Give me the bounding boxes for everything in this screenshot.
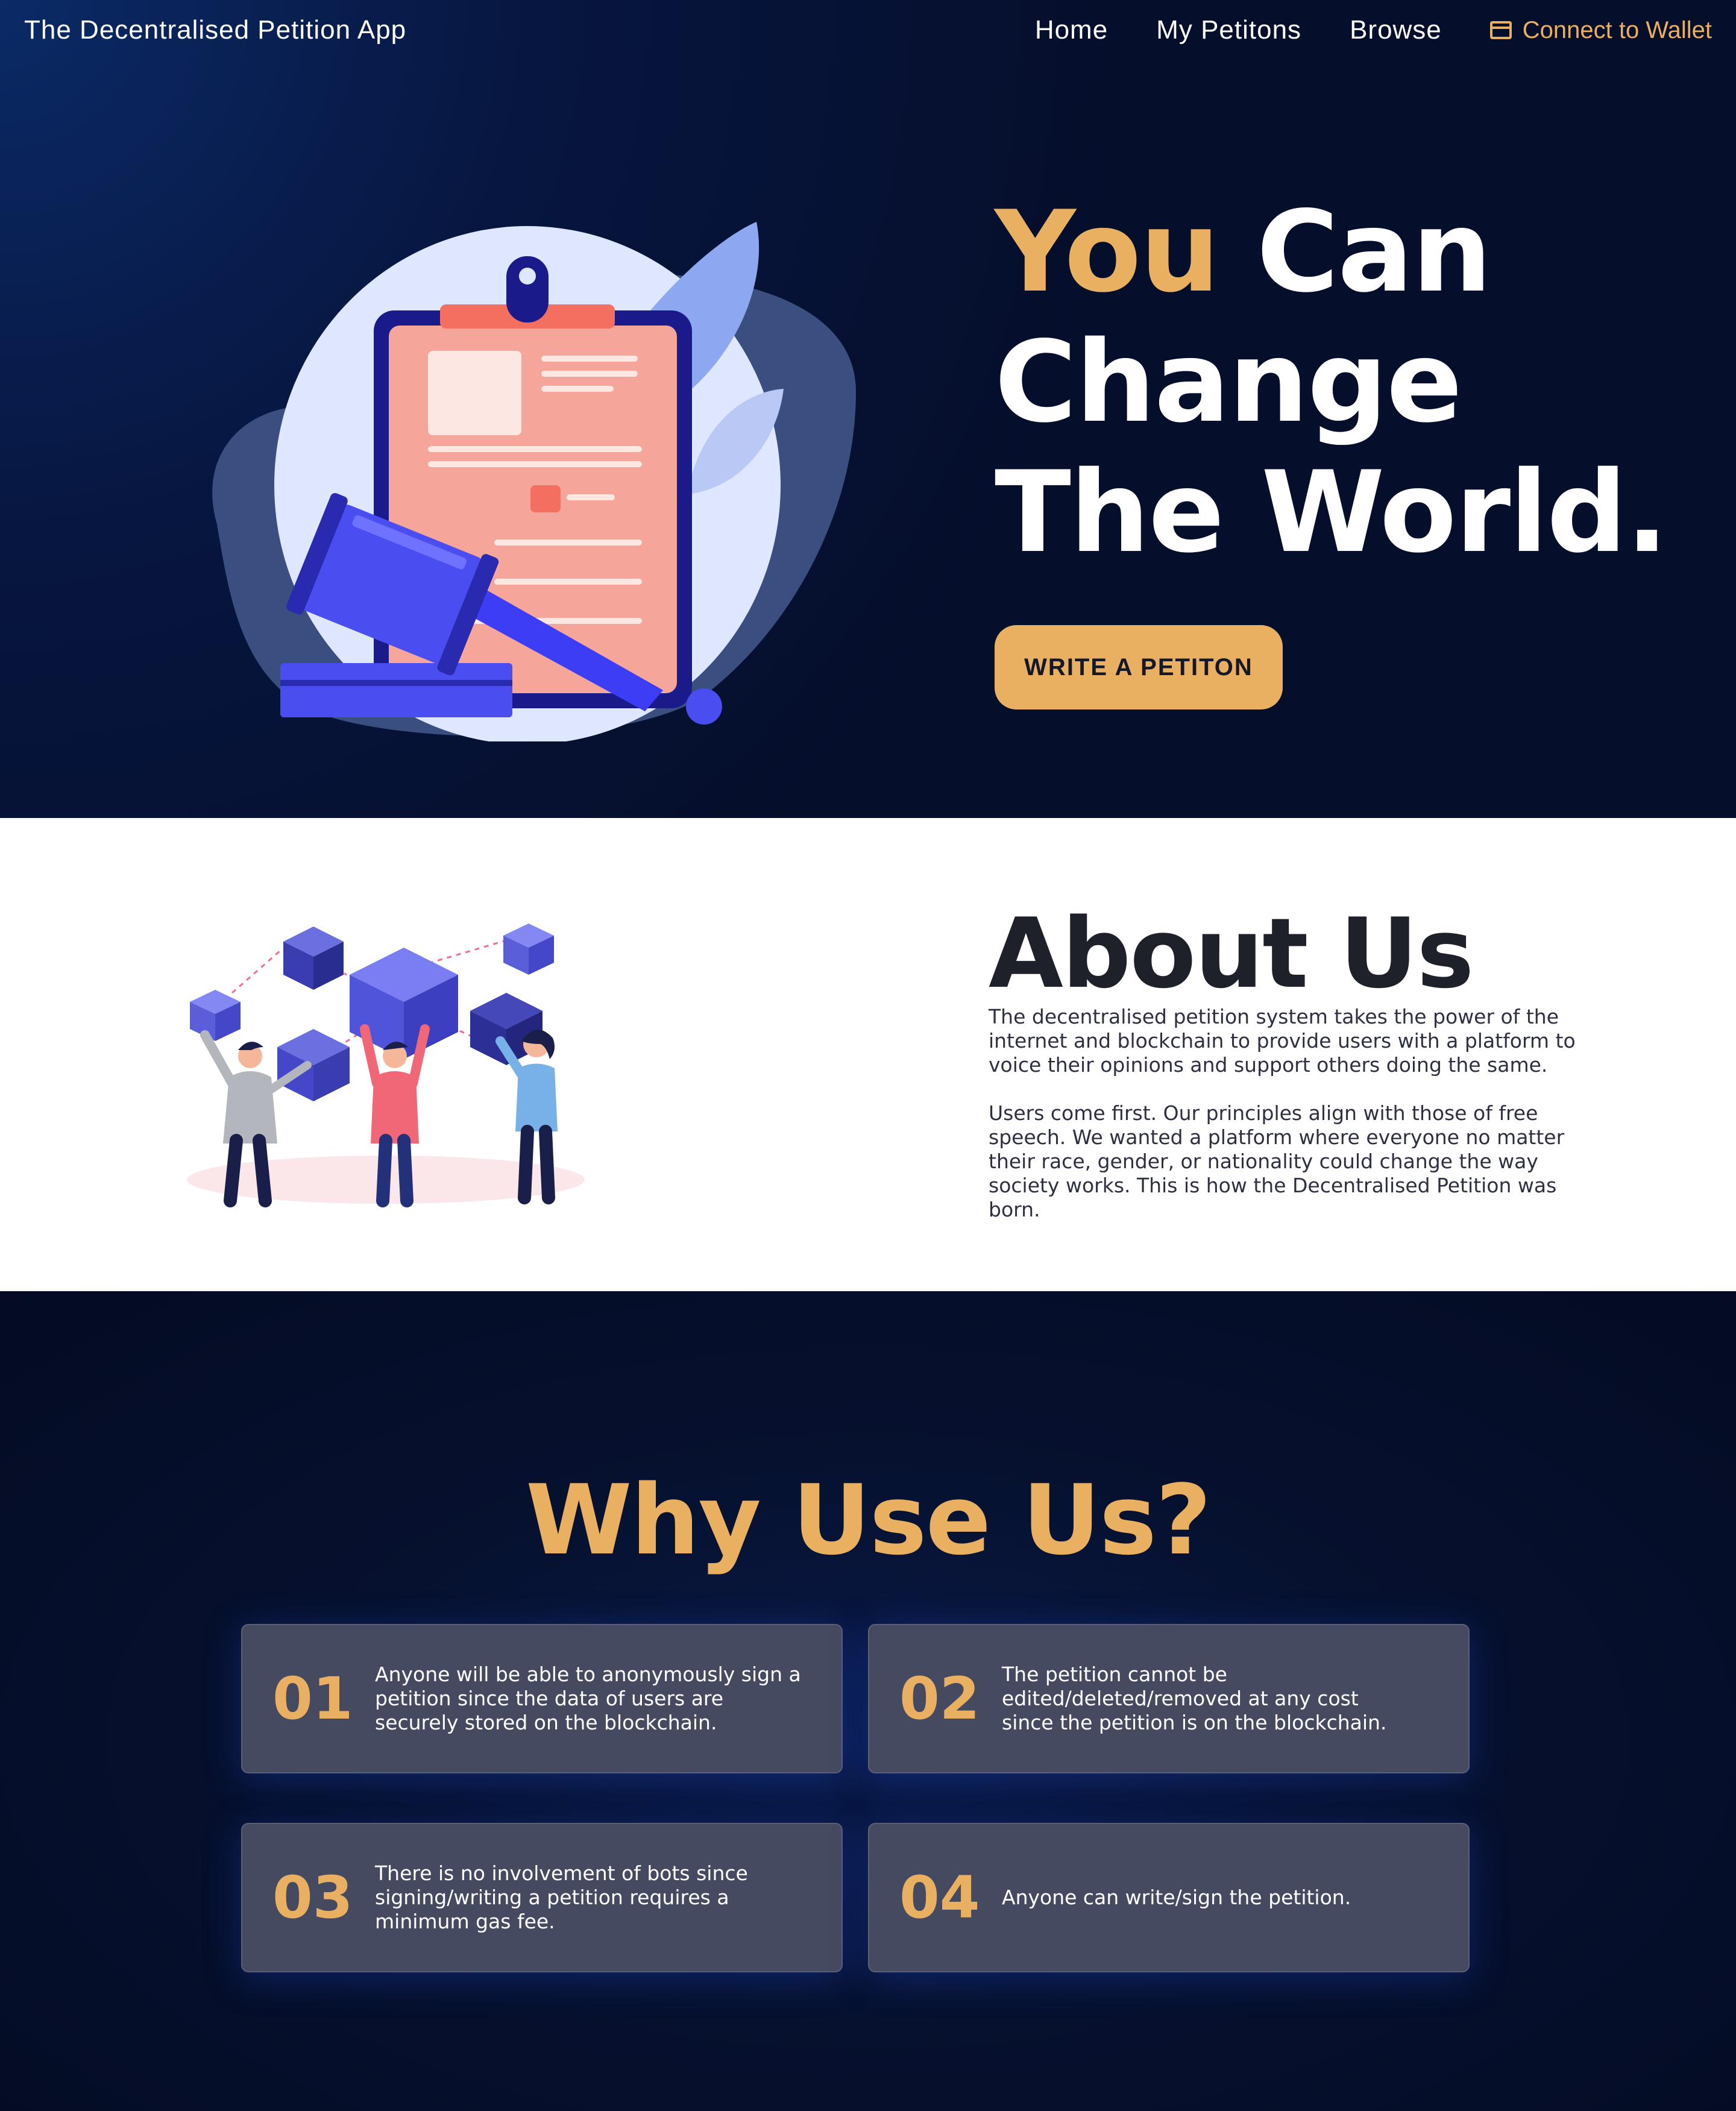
connect-wallet-label: Connect to Wallet (1522, 16, 1712, 43)
hero-title-accent: You (995, 186, 1220, 317)
about-section: About Us The decentralised petition syst… (0, 818, 1736, 1291)
hero-title-line-1-rest: Can (1218, 186, 1492, 317)
feature-card-3: 03 There is no involvement of bots since… (241, 1823, 843, 1972)
feature-number: 02 (899, 1665, 980, 1732)
about-paragraph-2: Users come first. Our principles align w… (989, 1101, 1565, 1221)
why-section: Why Use Us? 01 Anyone will be able to an… (0, 1291, 1736, 2111)
feature-text: Anyone will be able to anonymously sign … (375, 1663, 801, 1734)
nav-links: Home My Petitons Browse Connect to Walle… (1035, 15, 1712, 45)
about-text: The decentralised petition system takes … (989, 1005, 1603, 1222)
hero-title: You Can Change The World. (995, 187, 1668, 577)
about-paragraph-1: The decentralised petition system takes … (989, 1005, 1576, 1077)
top-navbar: The Decentralised Petition App Home My P… (0, 0, 1736, 60)
about-title: About Us (989, 897, 1474, 1010)
nav-link-my-petitions[interactable]: My Petitons (1156, 15, 1301, 45)
feature-card-4: 04 Anyone can write/sign the petition. (868, 1823, 1470, 1972)
feature-number: 01 (272, 1665, 353, 1732)
nav-link-home[interactable]: Home (1035, 15, 1108, 45)
hero-title-line-2: Change (995, 316, 1462, 447)
feature-text: There is no involvement of bots since si… (375, 1861, 748, 1933)
app-brand[interactable]: The Decentralised Petition App (24, 15, 406, 45)
why-title: Why Use Us? (526, 1464, 1212, 1576)
hero-title-line-3: The World. (995, 447, 1668, 577)
feature-card-1: 01 Anyone will be able to anonymously si… (241, 1624, 843, 1773)
connect-wallet-button[interactable]: Connect to Wallet (1489, 16, 1712, 44)
wallet-icon (1489, 21, 1512, 39)
blockchain-people-illustration (187, 923, 585, 1207)
feature-text: The petition cannot be edited/deleted/re… (1002, 1663, 1387, 1734)
nav-link-browse[interactable]: Browse (1350, 15, 1442, 45)
feature-text: Anyone can write/sign the petition. (1002, 1886, 1351, 1909)
write-petition-button[interactable]: WRITE A PETITON (995, 625, 1283, 709)
feature-number: 04 (899, 1864, 980, 1931)
feature-card-2: 02 The petition cannot be edited/deleted… (868, 1624, 1470, 1773)
feature-number: 03 (272, 1864, 353, 1931)
hero-title-line-1: You Can (995, 187, 1667, 317)
petition-gavel-illustration (212, 222, 856, 741)
